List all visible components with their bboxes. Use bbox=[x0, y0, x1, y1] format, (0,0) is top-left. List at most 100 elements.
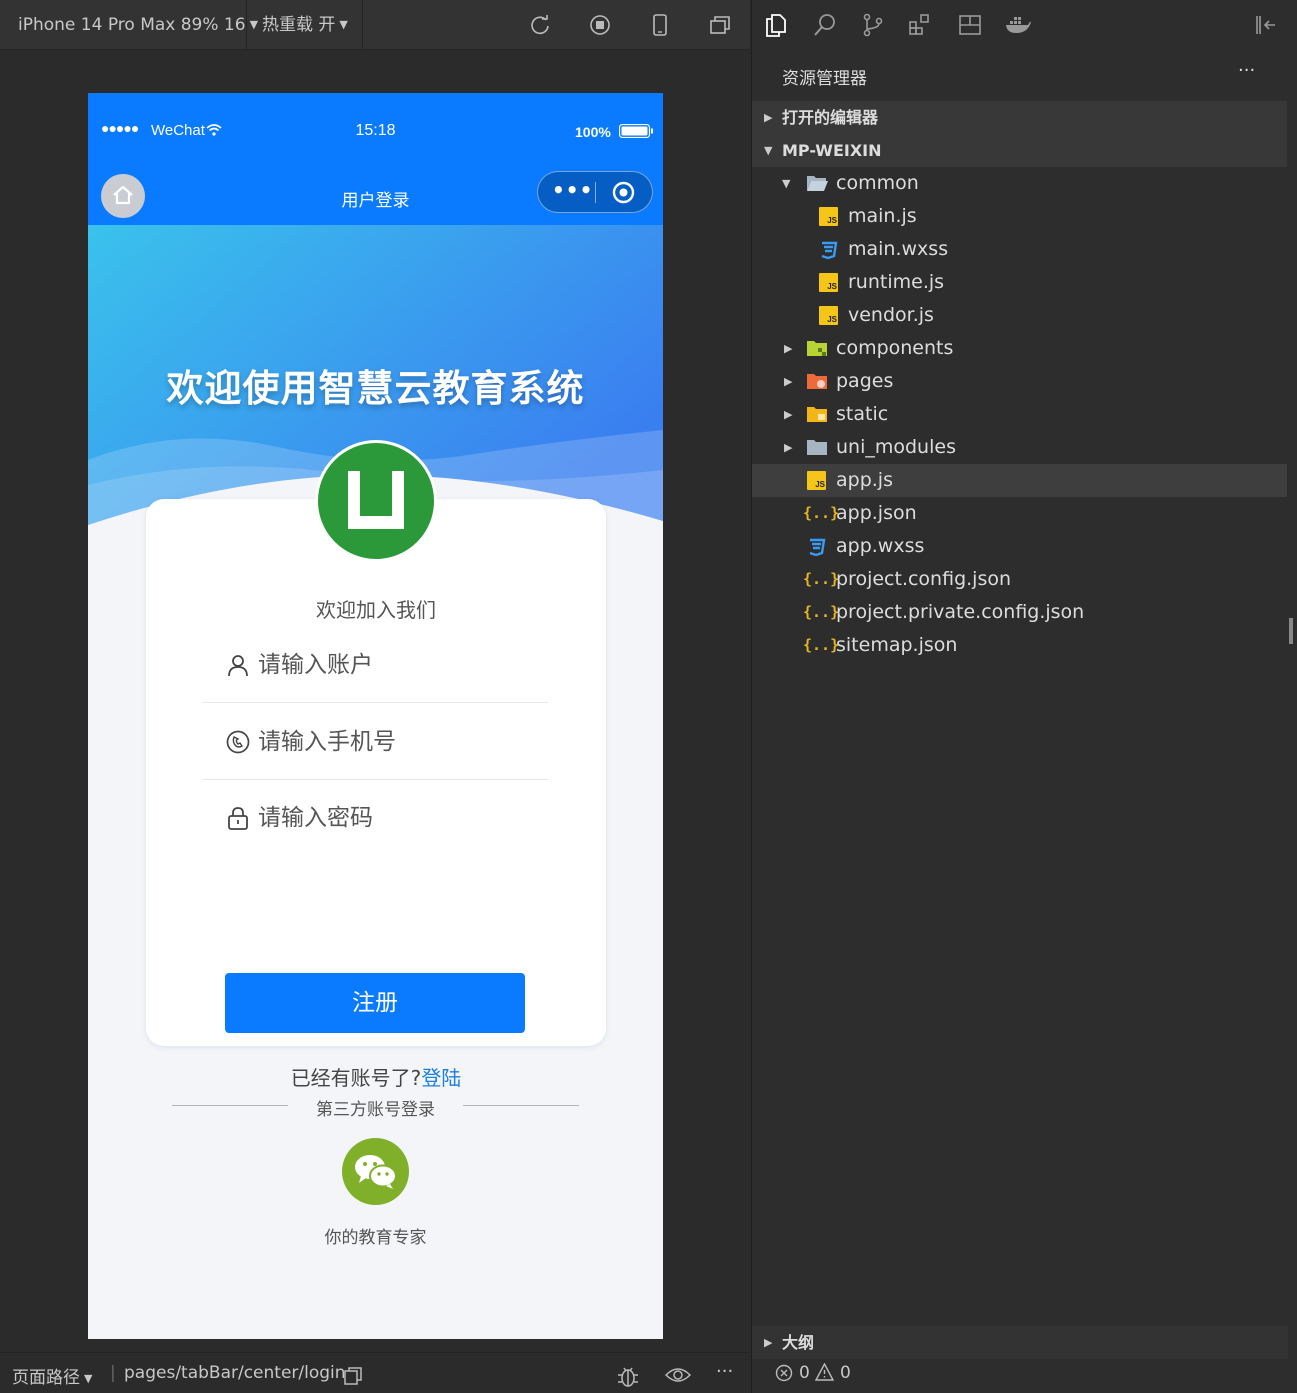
hot-reload-toggle[interactable]: 热重载 开 ▼ bbox=[262, 10, 348, 40]
json-file-icon: {..} bbox=[803, 504, 840, 522]
chevron-right-icon: ▶ bbox=[784, 342, 793, 355]
tree-item-runtime-js[interactable]: JS runtime.js bbox=[752, 266, 1288, 299]
js-file-icon: JS bbox=[819, 306, 838, 325]
error-icon bbox=[775, 1364, 793, 1382]
chevron-right-icon: ▶ bbox=[784, 375, 793, 388]
register-card: 欢迎加入我们 注册 bbox=[146, 499, 606, 1090]
capsule-close-button[interactable] bbox=[612, 181, 635, 204]
css-file-icon bbox=[821, 241, 838, 259]
device-label: iPhone 14 Pro Max 89% 16 bbox=[18, 15, 246, 35]
explorer-scrollbar[interactable] bbox=[1287, 100, 1297, 1320]
scrollbar-thumb[interactable] bbox=[1289, 618, 1293, 644]
problems-status[interactable]: 0 0 bbox=[751, 1355, 1297, 1393]
hot-reload-label: 热重载 开 bbox=[262, 15, 336, 35]
docker-icon[interactable] bbox=[1004, 13, 1032, 37]
lock-icon bbox=[228, 807, 248, 830]
tree-item-uni-modules[interactable]: ▶ uni_modules bbox=[752, 431, 1288, 464]
welcome-text: 欢迎加入我们 bbox=[316, 598, 436, 622]
page-path-label: 页面路径 bbox=[12, 1368, 80, 1388]
tree-item-app-json[interactable]: {..} app.json bbox=[752, 497, 1288, 530]
file-name: pages bbox=[836, 370, 894, 392]
folder-open-icon bbox=[807, 176, 828, 191]
capsule-more-button[interactable]: ••• bbox=[552, 178, 593, 202]
login-prompt: 已经有账号了?登陆 bbox=[146, 1062, 606, 1091]
detach-window-icon[interactable] bbox=[709, 14, 731, 36]
simulator-toolbar: iPhone 14 Pro Max 89% 16 ▼ 热重载 开 ▼ bbox=[0, 0, 750, 50]
phone-icon[interactable] bbox=[649, 14, 671, 36]
tree-item-project-private-config-json[interactable]: {..} project.private.config.json bbox=[752, 596, 1288, 629]
tree-item-static[interactable]: ▶ static bbox=[752, 398, 1288, 431]
capsule-menu: ••• bbox=[537, 171, 653, 213]
error-count: 0 bbox=[799, 1363, 810, 1383]
warning-count: 0 bbox=[840, 1363, 851, 1383]
uniapp-logo-icon bbox=[348, 471, 404, 529]
toolbar-divider bbox=[246, 0, 247, 50]
register-button[interactable]: 注册 bbox=[225, 973, 525, 1033]
file-name: components bbox=[836, 337, 954, 359]
wechat-login-button[interactable] bbox=[342, 1138, 409, 1205]
tree-item-app-wxss[interactable]: app.wxss bbox=[752, 530, 1288, 563]
battery-icon bbox=[619, 124, 653, 138]
navigation-bar: 用户登录 ••• bbox=[88, 166, 663, 225]
collapse-panel-icon[interactable] bbox=[1254, 13, 1278, 37]
search-icon[interactable] bbox=[813, 13, 837, 37]
js-file-icon: JS bbox=[807, 471, 826, 490]
phone-screen: ●●●●● WeChat 15:18 100% 用户登录 ••• 欢迎使用智慧云… bbox=[88, 93, 663, 1339]
wechat-caption: 你的教育专家 bbox=[324, 1228, 427, 1248]
tree-item-sitemap-json[interactable]: {..} sitemap.json bbox=[752, 629, 1288, 662]
folder-icon bbox=[807, 440, 827, 455]
chevron-right-icon: ▶ bbox=[764, 111, 773, 124]
explorer-title: 资源管理器 bbox=[782, 69, 867, 89]
file-name: vendor.js bbox=[848, 304, 934, 326]
hero-title: 欢迎使用智慧云教育系统 bbox=[166, 367, 585, 410]
wechat-icon bbox=[355, 1155, 397, 1189]
chevron-down-icon: ▼ bbox=[764, 144, 773, 157]
tree-item-project-config-json[interactable]: {..} project.config.json bbox=[752, 563, 1288, 596]
debug-bug-icon[interactable] bbox=[615, 1363, 641, 1389]
chevron-down-icon: ▼ bbox=[782, 177, 791, 190]
page-path-dropdown[interactable]: 页面路径 ▼ bbox=[12, 1363, 92, 1388]
css-file-icon bbox=[809, 538, 826, 556]
tree-item-app-js[interactable]: JS app.js bbox=[752, 464, 1288, 497]
login-link[interactable]: 登陆 bbox=[421, 1066, 461, 1090]
pages-folder-icon bbox=[807, 374, 827, 389]
files-icon[interactable] bbox=[764, 13, 788, 37]
refresh-icon[interactable] bbox=[529, 14, 551, 36]
tree-item-main-js[interactable]: JS main.js bbox=[752, 200, 1288, 233]
chevron-down-icon: ▼ bbox=[249, 18, 259, 31]
components-folder-icon bbox=[807, 341, 827, 356]
phone-input[interactable] bbox=[258, 722, 528, 762]
json-file-icon: {..} bbox=[803, 570, 840, 588]
file-name: common bbox=[836, 172, 919, 194]
tree-item-pages[interactable]: ▶ pages bbox=[752, 365, 1288, 398]
tree-item-common[interactable]: ▼ common bbox=[752, 167, 1288, 200]
chevron-right-icon: ▶ bbox=[784, 408, 793, 421]
open-editors-section[interactable]: ▶ 打开的编辑器 bbox=[752, 101, 1288, 134]
field-divider bbox=[202, 702, 548, 703]
file-name: runtime.js bbox=[848, 271, 945, 293]
source-control-icon[interactable] bbox=[861, 13, 885, 37]
extensions-icon[interactable] bbox=[908, 13, 932, 37]
password-input[interactable] bbox=[258, 798, 528, 838]
file-name: static bbox=[836, 403, 889, 425]
section-label: 打开的编辑器 bbox=[782, 108, 879, 127]
chevron-down-icon: ▼ bbox=[84, 1371, 93, 1385]
project-section[interactable]: ▼ MP-WEIXIN bbox=[752, 134, 1288, 167]
device-selector[interactable]: iPhone 14 Pro Max 89% 16 ▼ bbox=[18, 10, 258, 40]
tree-item-components[interactable]: ▶ components bbox=[752, 332, 1288, 365]
chevron-down-icon: ▼ bbox=[339, 18, 348, 31]
layout-icon[interactable] bbox=[958, 13, 982, 37]
phone-call-icon bbox=[226, 730, 250, 754]
stop-icon[interactable] bbox=[589, 14, 611, 36]
copy-icon[interactable] bbox=[344, 1367, 362, 1385]
account-input[interactable] bbox=[258, 645, 528, 685]
tree-item-vendor-js[interactable]: JS vendor.js bbox=[752, 299, 1288, 332]
file-name: app.wxss bbox=[836, 535, 925, 557]
preview-eye-icon[interactable] bbox=[665, 1365, 691, 1385]
explorer-more-button[interactable]: ··· bbox=[1238, 60, 1255, 81]
tree-item-main-wxss[interactable]: main.wxss bbox=[752, 233, 1288, 266]
more-options-button[interactable]: ··· bbox=[716, 1361, 733, 1382]
explorer-panel: 资源管理器 ··· ▶ 打开的编辑器 ▼ MP-WEIXIN ▼ common … bbox=[751, 0, 1297, 1393]
app-logo bbox=[315, 440, 437, 562]
file-name: app.json bbox=[836, 502, 917, 524]
